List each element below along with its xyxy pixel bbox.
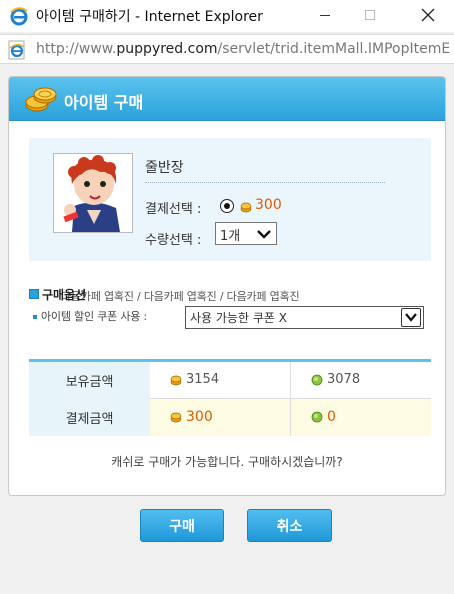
ie-page-icon [8, 40, 25, 60]
payment-radio[interactable] [220, 199, 234, 213]
window-titlebar: 아이템 구매하기 - Internet Explorer [0, 0, 454, 32]
cancel-button[interactable]: 취소 [247, 509, 332, 542]
payment-label: 결제선택 : [145, 202, 202, 217]
buy-button[interactable]: 구매 [140, 509, 224, 542]
quantity-label: 수량선택 : [145, 233, 202, 248]
row-header: 보유금액 [29, 362, 150, 399]
coupon-select[interactable]: 사용 가능한 쿠폰 X [185, 306, 424, 329]
balance-table: 보유금액 3154 3078 결제금액 300 0 [29, 362, 431, 436]
gold-coin-icon [170, 412, 182, 423]
maximize-icon [365, 10, 375, 20]
coins-stack-icon [25, 87, 57, 112]
item-info-box: 줄반장 결제선택 : 300 수량선택 : 1개 [29, 138, 431, 261]
table-row: 결제금액 300 0 [29, 399, 431, 436]
ie-logo-icon [10, 7, 28, 26]
gold-payment: 300 [186, 409, 213, 425]
green-cell: 3078 [290, 362, 431, 399]
options-overlap-text: 다음카페 엽혹진 / 다음카페 엽혹진 / 다음카페 엽혹진 [61, 290, 300, 303]
panel-header: 아이템 구매 [9, 77, 445, 121]
character-image [54, 154, 132, 232]
address-bar[interactable]: http://www.puppyred.com/servlet/trid.ite… [0, 34, 454, 64]
chevron-down-icon [257, 230, 271, 239]
row-header: 결제금액 [29, 399, 150, 436]
url-prefix: http://www. [36, 41, 117, 57]
green-coin-icon [311, 411, 323, 423]
green-coin-icon [311, 374, 323, 386]
divider [145, 182, 385, 183]
coupon-label: 아이템 할인 쿠폰 사용 : [41, 310, 147, 323]
close-icon [421, 8, 435, 22]
window-title: 아이템 구매하기 - Internet Explorer [36, 9, 263, 25]
coupon-dropdown-button[interactable] [401, 308, 421, 327]
gold-balance: 3154 [186, 372, 220, 387]
coupon-value: 사용 가능한 쿠폰 X [190, 311, 287, 325]
table-row: 보유금액 3154 3078 [29, 362, 431, 399]
confirm-message: 캐쉬로 구매가 가능합니다. 구매하시겠습니까? [111, 455, 343, 469]
maximize-button[interactable] [347, 0, 393, 30]
minimize-button[interactable] [302, 0, 348, 30]
url-text[interactable]: http://www.puppyred.com/servlet/trid.ite… [36, 41, 450, 57]
gold-cell: 3154 [150, 362, 290, 399]
item-name: 줄반장 [145, 160, 184, 176]
green-cell: 0 [290, 399, 431, 436]
url-path: /servlet/trid.itemMall.IMPopItemEE? [217, 41, 450, 57]
gold-coin-icon [170, 375, 182, 386]
gold-cell: 300 [150, 399, 290, 436]
options-title: 구매옵션 [42, 288, 87, 302]
panel-title: 아이템 구매 [64, 93, 144, 112]
purchase-panel: 아이템 구매 줄반장 결제선택 : 300 수량선택: 1개 다음카페 엽혹진… [8, 76, 446, 496]
gold-coin-icon [240, 202, 252, 213]
chevron-down-icon [405, 313, 417, 322]
options-bullet-icon [29, 289, 39, 299]
quantity-select[interactable]: 1개 [215, 222, 277, 245]
item-avatar [53, 153, 133, 233]
payment-price: 300 [255, 197, 282, 213]
close-button[interactable] [405, 0, 451, 30]
quantity-value: 1개 [220, 229, 241, 244]
coupon-bullet-icon [33, 315, 37, 319]
green-balance: 3078 [327, 372, 361, 387]
url-domain: puppyred.com [116, 41, 218, 57]
green-payment: 0 [327, 409, 336, 425]
minimize-icon [320, 14, 330, 16]
